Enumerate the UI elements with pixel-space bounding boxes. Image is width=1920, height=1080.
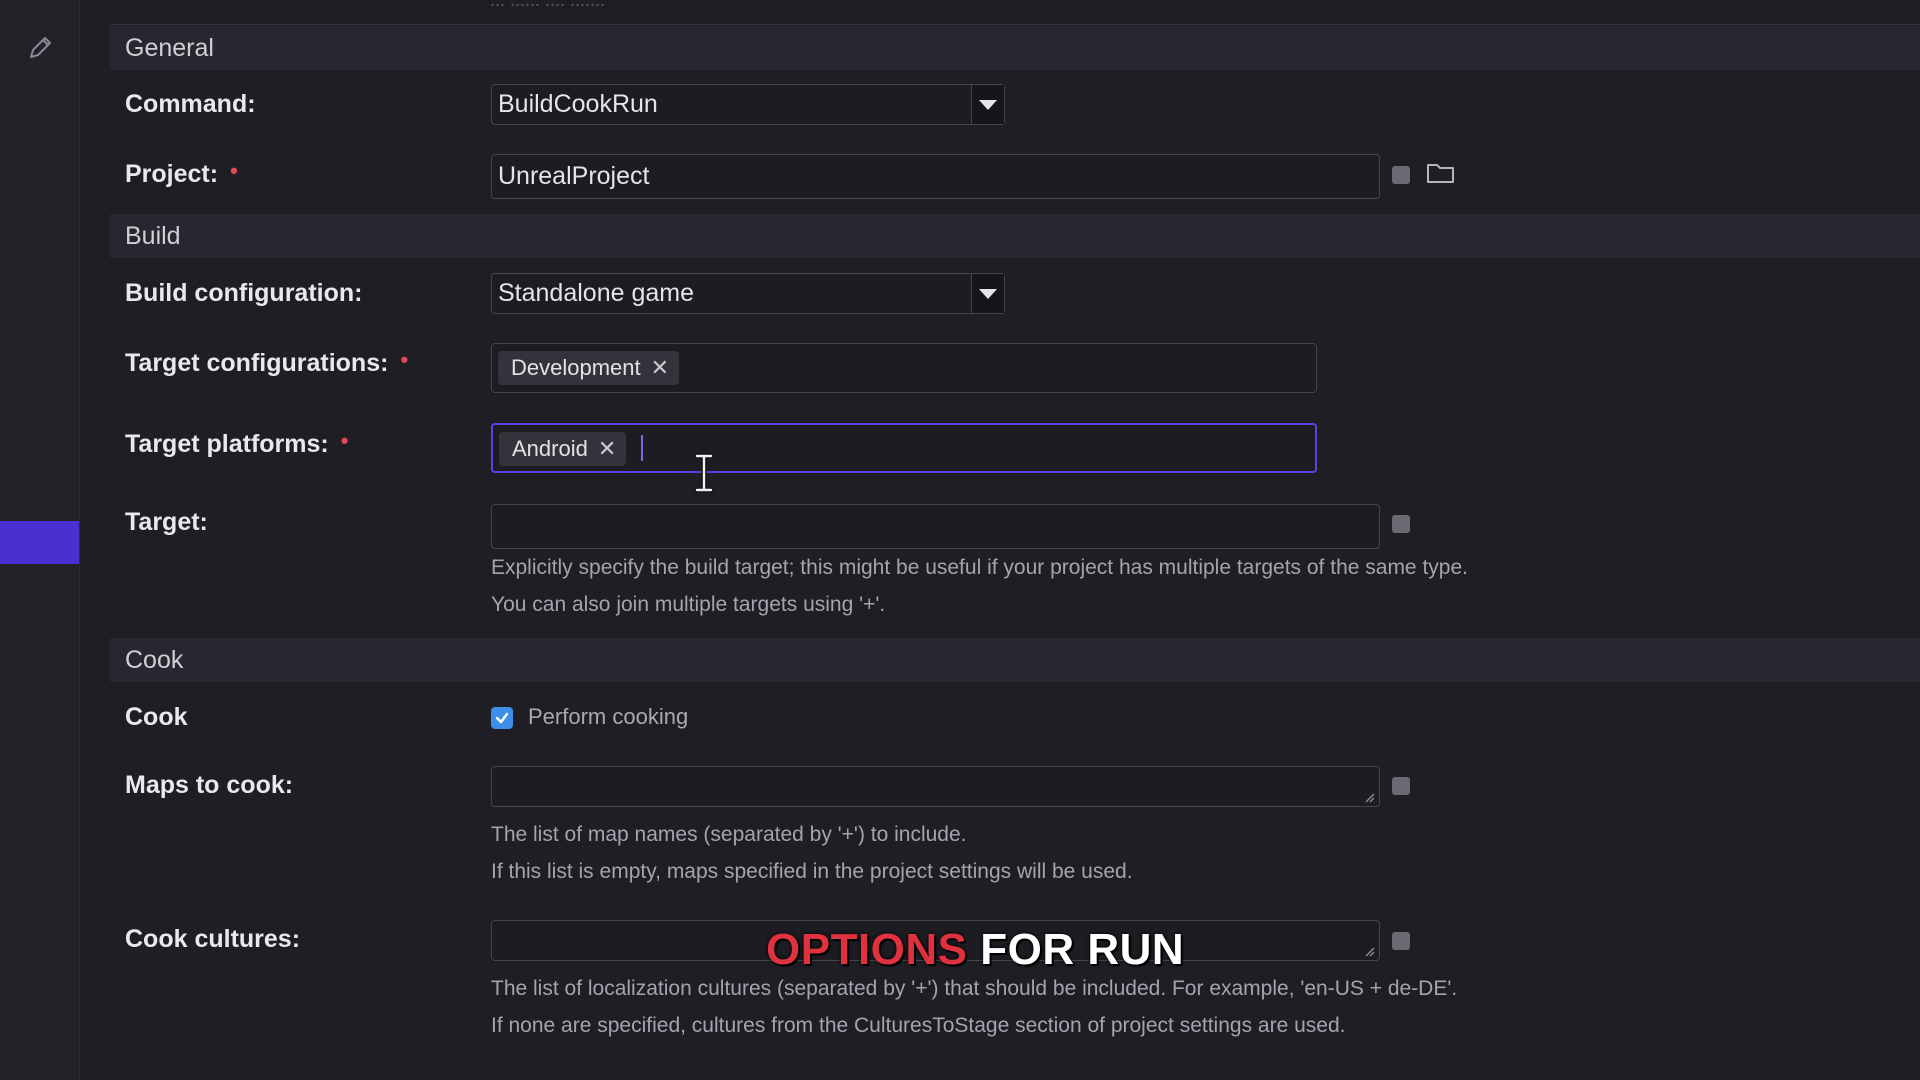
command-label: Command: bbox=[125, 90, 256, 118]
help-text: If this list is empty, maps specified in… bbox=[491, 860, 1133, 883]
text-caret bbox=[641, 435, 643, 461]
required-marker: • bbox=[230, 158, 238, 183]
maps-to-cook-textarea[interactable] bbox=[491, 766, 1380, 807]
chip-label: Development bbox=[511, 355, 641, 380]
text-cursor-icon bbox=[693, 453, 715, 498]
clipped-text: ... ...... .... ....... bbox=[490, 0, 606, 10]
target-configurations-label: Target configurations: • bbox=[125, 347, 408, 378]
chevron-down-icon bbox=[979, 288, 997, 299]
chevron-down-icon bbox=[979, 99, 997, 110]
perform-cooking-label[interactable]: Perform cooking bbox=[528, 704, 688, 730]
project-label-text: Project: bbox=[125, 160, 219, 188]
video-caption: OPTIONS FOR RUN bbox=[766, 925, 1184, 975]
section-build: Build bbox=[110, 214, 1920, 258]
build-configuration-select[interactable]: Standalone game bbox=[491, 273, 1005, 314]
project-value: UnrealProject bbox=[498, 162, 650, 190]
target-input[interactable] bbox=[491, 504, 1380, 549]
reset-button[interactable] bbox=[1392, 515, 1410, 533]
reset-button[interactable] bbox=[1392, 932, 1410, 950]
target-platforms-label-text: Target platforms: bbox=[125, 430, 329, 458]
build-configuration-value: Standalone game bbox=[498, 279, 694, 307]
section-title: Build bbox=[125, 221, 181, 250]
help-text: The list of localization cultures (separ… bbox=[491, 977, 1458, 1000]
cook-cultures-label: Cook cultures: bbox=[125, 925, 301, 953]
target-label: Target: bbox=[125, 508, 208, 536]
project-label: Project: • bbox=[125, 158, 238, 189]
caption-rest: FOR RUN bbox=[967, 925, 1185, 974]
dropdown-button[interactable] bbox=[971, 85, 1004, 124]
section-title: Cook bbox=[125, 645, 184, 674]
target-configurations-label-text: Target configurations: bbox=[125, 349, 389, 377]
section-title: General bbox=[125, 33, 214, 62]
required-marker: • bbox=[400, 347, 409, 372]
section-cook: Cook bbox=[110, 638, 1920, 682]
project-input[interactable]: UnrealProject bbox=[491, 154, 1380, 199]
command-select[interactable]: BuildCookRun bbox=[491, 84, 1005, 125]
target-platforms-input[interactable]: Android ✕ bbox=[491, 423, 1317, 473]
close-icon[interactable]: ✕ bbox=[598, 436, 616, 462]
check-icon bbox=[495, 712, 509, 724]
chip-label: Android bbox=[512, 436, 588, 461]
caption-highlight: OPTIONS bbox=[766, 925, 968, 974]
close-icon[interactable]: ✕ bbox=[651, 355, 669, 381]
settings-panel: ... ...... .... ....... General Command:… bbox=[80, 0, 1920, 1080]
reset-button[interactable] bbox=[1392, 777, 1410, 795]
resize-handle-icon[interactable] bbox=[1363, 945, 1375, 957]
command-value: BuildCookRun bbox=[498, 90, 658, 118]
divider bbox=[110, 24, 1920, 25]
help-text: The list of map names (separated by '+')… bbox=[491, 823, 967, 846]
dropdown-button[interactable] bbox=[971, 274, 1004, 313]
target-platforms-label: Target platforms: • bbox=[125, 428, 348, 459]
folder-icon[interactable] bbox=[1426, 161, 1456, 190]
section-general: General bbox=[110, 26, 1920, 70]
help-text: If none are specified, cultures from the… bbox=[491, 1014, 1346, 1037]
cook-label: Cook bbox=[125, 703, 188, 731]
build-configuration-label: Build configuration: bbox=[125, 279, 363, 307]
left-sidebar bbox=[0, 0, 80, 1080]
resize-handle-icon[interactable] bbox=[1363, 791, 1375, 803]
help-text: Explicitly specify the build target; thi… bbox=[491, 556, 1468, 579]
tag-chip: Android ✕ bbox=[499, 432, 627, 466]
maps-to-cook-label: Maps to cook: bbox=[125, 771, 294, 799]
reset-button[interactable] bbox=[1392, 166, 1410, 184]
tag-chip: Development ✕ bbox=[498, 351, 680, 385]
help-text: You can also join multiple targets using… bbox=[491, 593, 886, 616]
sidebar-active-item[interactable] bbox=[0, 521, 79, 564]
target-configurations-input[interactable]: Development ✕ bbox=[491, 343, 1317, 393]
perform-cooking-checkbox[interactable] bbox=[491, 707, 513, 729]
pencil-icon[interactable] bbox=[26, 34, 54, 67]
required-marker: • bbox=[340, 428, 349, 453]
